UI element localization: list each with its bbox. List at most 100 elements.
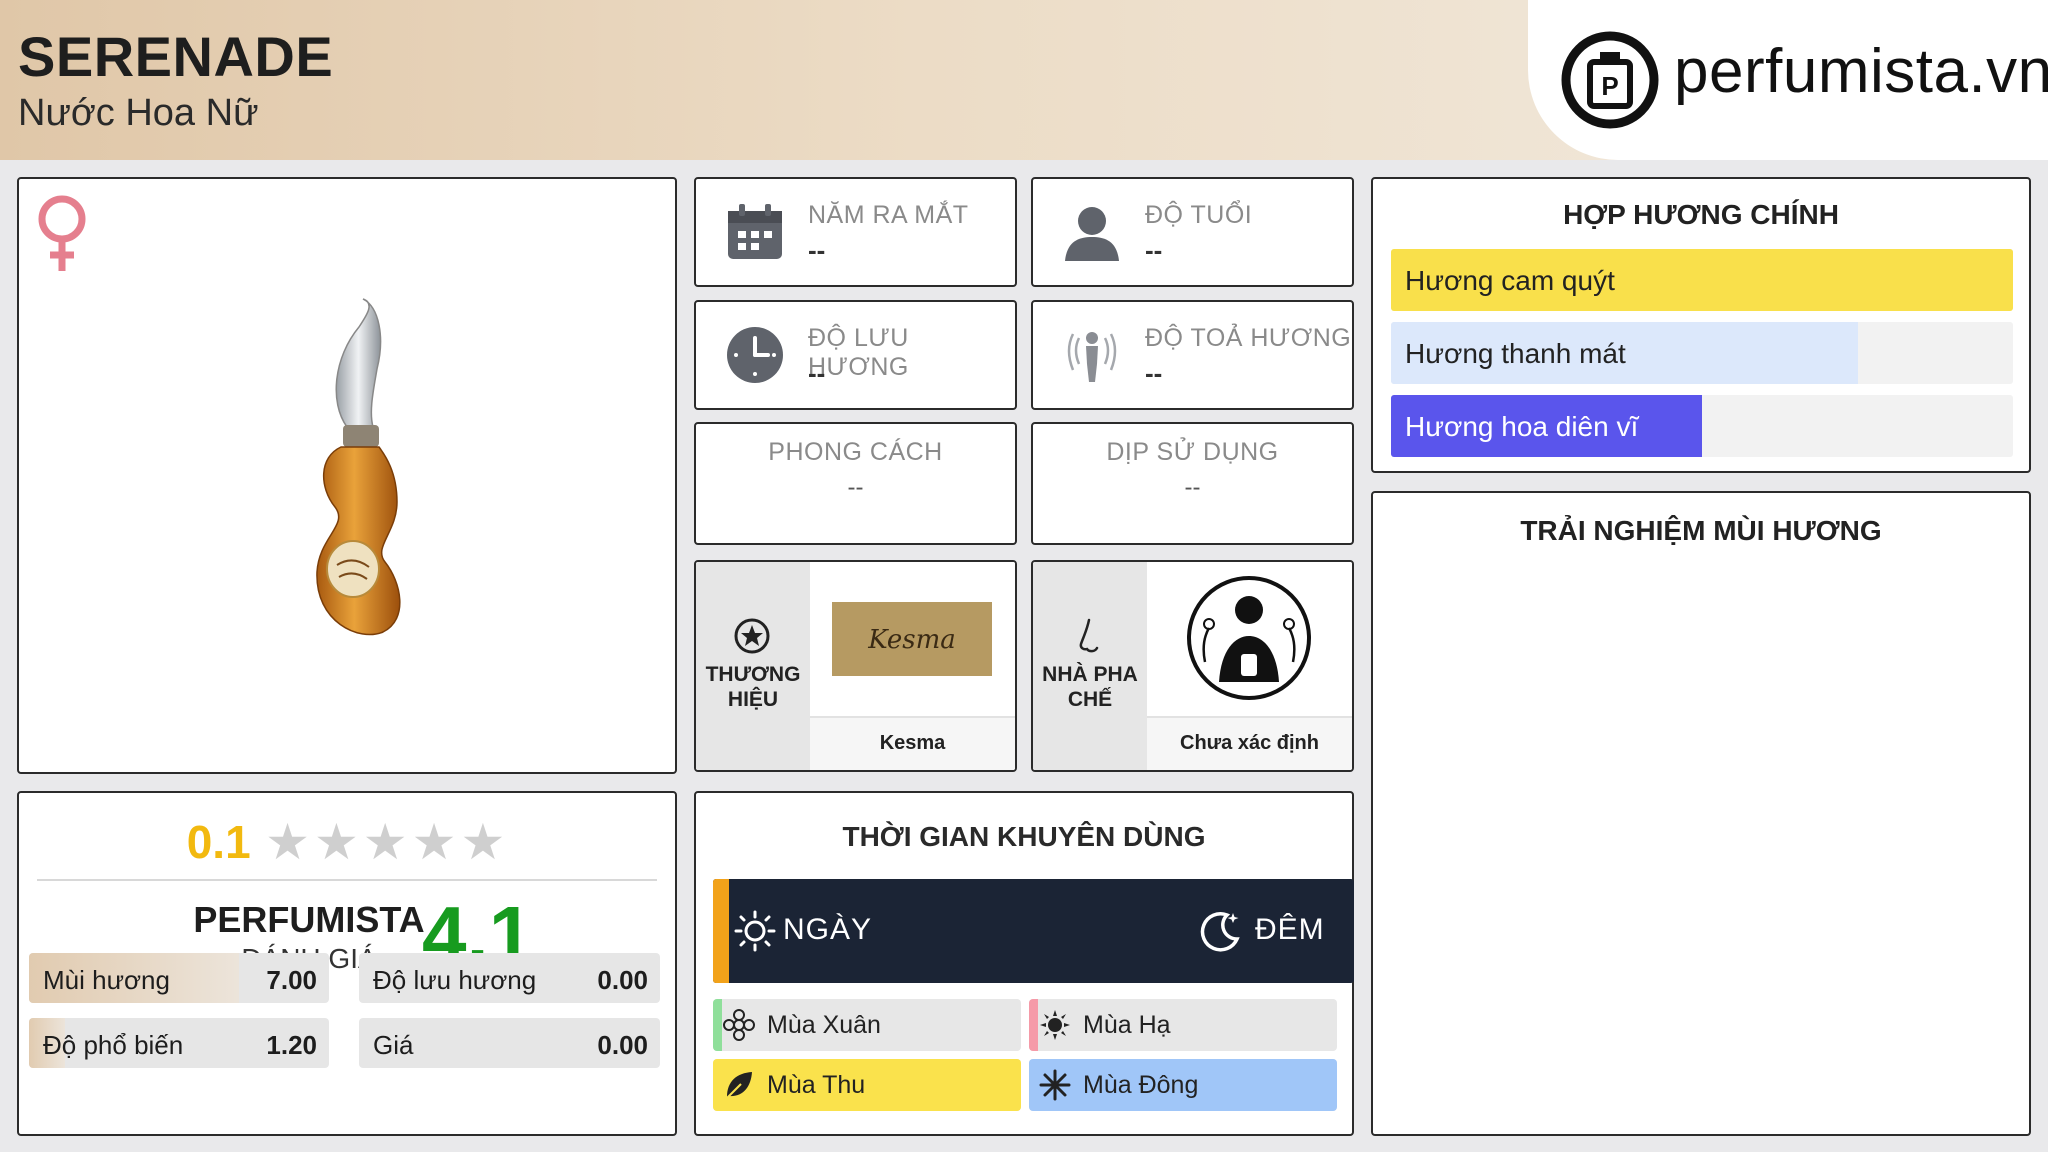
brand-name-box: Kesma xyxy=(810,716,1015,770)
tile-label: NĂM RA MẮT xyxy=(808,201,969,229)
svg-text:P: P xyxy=(1601,71,1618,101)
brand-logo-text: Kesma xyxy=(867,625,956,655)
product-image-panel xyxy=(17,177,677,774)
age-tile: ĐỘ TUỔI -- xyxy=(1031,177,1354,287)
season-fill xyxy=(1029,999,1039,1051)
star-icon[interactable]: ★ xyxy=(412,817,457,867)
flower-icon xyxy=(723,1009,755,1041)
accord-label: Hương cam quýt xyxy=(1405,265,1615,296)
longevity-tile: ĐỘ LƯU HƯƠNG -- xyxy=(694,300,1017,410)
metric-label: Độ phổ biến xyxy=(43,1030,184,1060)
tile-value: -- xyxy=(1184,474,1201,501)
metric-popularity: Độ phổ biến 1.20 xyxy=(29,1018,329,1068)
season-summer: Mùa Hạ xyxy=(1029,999,1337,1051)
perfume-bottle-icon: P xyxy=(1561,31,1659,129)
metric-longevity: Độ lưu hương 0.00 xyxy=(359,953,660,1003)
season-label: Mùa Đông xyxy=(1083,1071,1199,1099)
brand-card-label: THƯƠNG HIỆU xyxy=(705,663,801,711)
user-score: 0.1 xyxy=(186,816,251,868)
season-fill xyxy=(713,999,723,1051)
metric-scent: Mùi hương 7.00 xyxy=(29,953,329,1003)
season-label: Mùa Hạ xyxy=(1083,1011,1171,1039)
day-label: NGÀY xyxy=(783,913,873,946)
day-night-indicator xyxy=(713,879,729,983)
site-logo[interactable]: P perfumista.vn xyxy=(1528,0,2048,160)
brand-card-side: THƯƠNG HIỆU xyxy=(696,562,810,770)
metric-value: 0.00 xyxy=(597,965,648,995)
metric-label: Giá xyxy=(373,1030,414,1060)
moon-icon xyxy=(1200,912,1240,952)
star-icon[interactable]: ★ xyxy=(460,817,505,867)
metric-value: 0.00 xyxy=(597,1030,648,1060)
metric-value: 7.00 xyxy=(266,965,317,995)
perfumista-brand: PERFUMISTA xyxy=(193,899,425,940)
star-badge-icon xyxy=(734,618,770,654)
launch-year-tile: NĂM RA MẮT -- xyxy=(694,177,1017,287)
perfumer-image xyxy=(1187,576,1311,700)
accord-label: Hương hoa diên vĩ xyxy=(1405,411,1639,442)
recommended-time-panel: THỜI GIAN KHUYÊN DÙNG NGÀY ĐÊM Mùa Xuân xyxy=(694,791,1354,1136)
perfume-subtitle: Nước Hoa Nữ xyxy=(18,92,259,134)
star-icon[interactable]: ★ xyxy=(265,817,310,867)
brand-logo-image: Kesma xyxy=(832,602,992,676)
perfumer-name[interactable]: Chưa xác định xyxy=(1147,732,1352,755)
tile-label: ĐỘ LƯU HƯƠNG xyxy=(808,324,909,381)
sillage-person-icon xyxy=(1067,332,1117,382)
rating-panel: 0.1 ★★★★★ PERFUMISTA ĐÁNH GIÁ 4.1 Mùi hư… xyxy=(17,791,677,1136)
scent-experience-panel: TRẢI NGHIỆM MÙI HƯƠNG xyxy=(1371,491,2031,1136)
user-icon xyxy=(1065,207,1119,261)
tile-label: ĐỘ TOẢ HƯƠNG xyxy=(1145,324,1352,352)
tile-label: PHONG CÁCH xyxy=(768,438,943,466)
star-icon[interactable]: ★ xyxy=(363,817,408,867)
season-winter: Mùa Đông xyxy=(1029,1059,1337,1111)
header: SERENADE Nước Hoa Nữ P perfumista.vn xyxy=(0,0,2048,160)
season-autumn: Mùa Thu xyxy=(713,1059,1021,1111)
star-icon[interactable]: ★ xyxy=(314,817,359,867)
tile-value: -- xyxy=(808,235,826,265)
scent-experience-title: TRẢI NGHIỆM MÙI HƯƠNG xyxy=(1520,515,1882,546)
user-rating: 0.1 ★★★★★ xyxy=(19,815,675,875)
tile-label: DỊP SỬ DỤNG xyxy=(1106,438,1279,466)
clock-icon xyxy=(727,327,783,383)
tile-value: -- xyxy=(847,474,864,501)
accord-bar: Hương cam quýt xyxy=(1391,249,2013,311)
accords-title: HỢP HƯƠNG CHÍNH xyxy=(1563,199,1839,230)
accord-bar: Hương hoa diên vĩ xyxy=(1391,395,2013,457)
perfumer-card-side: NHÀ PHA CHẾ xyxy=(1033,562,1147,770)
snowflake-icon xyxy=(1039,1069,1071,1101)
sun-icon xyxy=(1040,1010,1070,1040)
tile-value: -- xyxy=(1145,358,1163,388)
recommended-time-title: THỜI GIAN KHUYÊN DÙNG xyxy=(842,821,1206,852)
occasion-tile: DỊP SỬ DỤNG -- xyxy=(1031,422,1354,545)
leaf-icon xyxy=(725,1072,752,1100)
day-night-bar: NGÀY ĐÊM xyxy=(713,879,1354,983)
season-label: Mùa Xuân xyxy=(767,1011,881,1039)
perfumer-name-box: Chưa xác định xyxy=(1147,716,1352,770)
metric-price: Giá 0.00 xyxy=(359,1018,660,1068)
tile-value: -- xyxy=(808,358,826,388)
logo-text: perfumista.vn xyxy=(1674,37,2048,106)
metric-label: Độ lưu hương xyxy=(373,965,537,995)
brand-name[interactable]: Kesma xyxy=(810,732,1015,755)
metric-label: Mùi hương xyxy=(43,965,170,995)
perfume-bottle-image xyxy=(316,298,401,636)
night-label: ĐÊM xyxy=(1255,913,1325,946)
sun-icon xyxy=(734,910,776,952)
tile-label: ĐỘ TUỔI xyxy=(1145,201,1253,229)
brand-card[interactable]: THƯƠNG HIỆU Kesma Kesma xyxy=(694,560,1017,772)
perfumer-card-label: NHÀ PHA CHẾ xyxy=(1042,663,1138,711)
main-accords-panel: HỢP HƯƠNG CHÍNH Hương cam quýt Hương tha… xyxy=(1371,177,2031,473)
season-label: Mùa Thu xyxy=(767,1071,866,1099)
style-tile: PHONG CÁCH -- xyxy=(694,422,1017,545)
nose-icon xyxy=(1079,618,1099,653)
season-spring: Mùa Xuân xyxy=(713,999,1021,1051)
divider xyxy=(37,879,657,881)
perfumer-illustration xyxy=(1147,562,1352,716)
brand-logo: Kesma xyxy=(810,562,1015,716)
perfumer-card[interactable]: NHÀ PHA CHẾ Chưa xác định xyxy=(1031,560,1354,772)
sillage-tile: ĐỘ TOẢ HƯƠNG -- xyxy=(1031,300,1354,410)
star-rating[interactable]: ★★★★★ xyxy=(263,817,507,867)
season-fill xyxy=(713,1059,1021,1111)
perfume-title: SERENADE xyxy=(18,25,334,88)
calendar-icon xyxy=(728,204,782,259)
